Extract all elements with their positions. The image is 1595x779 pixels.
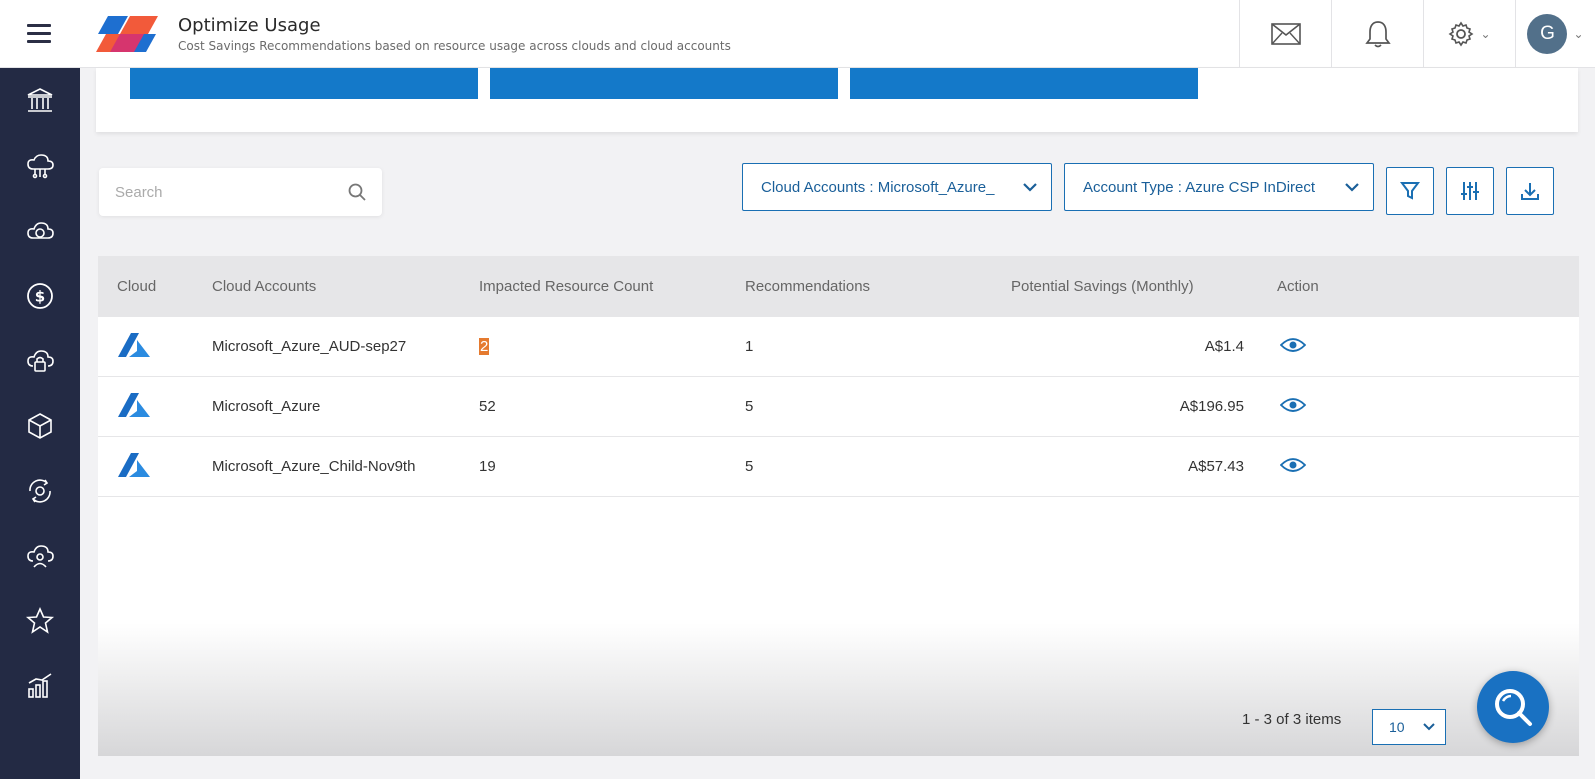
- search-icon[interactable]: [348, 183, 366, 201]
- magnifier-icon: [1495, 689, 1532, 726]
- azure-logo-icon: [118, 392, 150, 417]
- recommendations-cell: 5: [745, 398, 754, 415]
- header-cloud-accounts[interactable]: Cloud Accounts: [212, 278, 479, 295]
- menu-button[interactable]: [0, 0, 78, 68]
- view-eye-icon[interactable]: [1279, 457, 1307, 473]
- table-header: Cloud Cloud Accounts Impacted Resource C…: [98, 256, 1579, 317]
- main-content: Cloud Accounts : Microsoft_Azure_ Accoun…: [80, 68, 1595, 779]
- impacted-count-cell[interactable]: 52: [479, 398, 745, 415]
- account-type-dropdown[interactable]: Account Type : Azure CSP InDirect: [1064, 163, 1374, 211]
- mail-button[interactable]: [1239, 0, 1331, 68]
- chevron-down-icon: [1023, 182, 1037, 192]
- download-icon: [1521, 183, 1539, 200]
- table-row[interactable]: Microsoft_Azure 52 5 A$196.95: [98, 377, 1579, 437]
- account-type-dropdown-label: Account Type : Azure CSP InDirect: [1083, 178, 1316, 196]
- sidebar-item-dashboard[interactable]: [0, 68, 80, 133]
- page-title: Optimize Usage: [178, 14, 321, 36]
- cloud-account-cell: Microsoft_Azure_AUD-sep27: [212, 338, 407, 355]
- sidebar-item-reports[interactable]: [0, 653, 80, 718]
- mail-icon: [1270, 23, 1301, 45]
- cloud-network-icon: [27, 153, 54, 178]
- page-size-value: 10: [1389, 719, 1405, 735]
- app-logo: [96, 15, 158, 52]
- download-button[interactable]: [1506, 167, 1554, 215]
- recommendations-cell: 5: [745, 458, 754, 475]
- azure-logo-icon: [118, 452, 150, 477]
- recommendations-cell: 1: [745, 338, 754, 355]
- summary-tile[interactable]: [130, 68, 478, 99]
- sidebar-item-costs[interactable]: $: [0, 263, 80, 328]
- gear-icon: [1449, 21, 1474, 47]
- page-size-select[interactable]: 10: [1372, 709, 1446, 745]
- top-header: Optimize Usage Cost Savings Recommendati…: [0, 0, 1595, 68]
- sidebar-item-cloud-security[interactable]: [0, 328, 80, 393]
- search-box: [99, 168, 382, 216]
- sidebar-item-resources[interactable]: [0, 393, 80, 458]
- azure-logo-icon: [118, 332, 150, 357]
- savings-cell: A$1.4: [1204, 338, 1244, 355]
- savings-cell: A$196.95: [1179, 398, 1244, 415]
- header-potential-savings[interactable]: Potential Savings (Monthly): [1011, 278, 1277, 295]
- cloud-accounts-dropdown[interactable]: Cloud Accounts : Microsoft_Azure_: [742, 163, 1052, 211]
- view-eye-icon[interactable]: [1279, 337, 1307, 353]
- filter-button[interactable]: [1386, 167, 1434, 215]
- cloud-account-cell: Microsoft_Azure_Child-Nov9th: [212, 458, 416, 475]
- avatar: G: [1527, 14, 1568, 54]
- dollar-icon: $: [27, 282, 53, 309]
- user-menu[interactable]: G ⌄: [1515, 0, 1595, 68]
- notifications-button[interactable]: [1331, 0, 1423, 68]
- header-impacted-count[interactable]: Impacted Resource Count: [479, 278, 745, 295]
- chevron-down-icon: [1345, 182, 1359, 192]
- gear-cycle-icon: [29, 478, 51, 503]
- page-subtitle: Cost Savings Recommendations based on re…: [178, 38, 731, 53]
- impacted-count-cell[interactable]: 2: [479, 338, 490, 355]
- svg-text:$: $: [35, 287, 45, 305]
- summary-tile[interactable]: [850, 68, 1198, 99]
- impacted-count-cell[interactable]: 19: [479, 458, 745, 475]
- cloud-user-icon: [27, 544, 54, 568]
- summary-card: [96, 68, 1578, 132]
- chevron-down-icon: ⌄: [1573, 27, 1584, 41]
- settings-button[interactable]: ⌄: [1423, 0, 1515, 68]
- sidebar-item-favorites[interactable]: [0, 588, 80, 653]
- sidebar-item-automation[interactable]: [0, 458, 80, 523]
- sidebar: $: [0, 68, 80, 779]
- summary-tile[interactable]: [490, 68, 838, 99]
- cloud-accounts-dropdown-label: Cloud Accounts : Microsoft_Azure_: [761, 178, 995, 196]
- filter-icon: [1400, 182, 1420, 200]
- sidebar-item-cloud-network[interactable]: [0, 133, 80, 198]
- header-action: Action: [1277, 278, 1319, 295]
- bell-icon: [1364, 21, 1391, 48]
- header-recommendations[interactable]: Recommendations: [745, 278, 1011, 295]
- chevron-down-icon: ⌄: [1480, 27, 1491, 41]
- savings-cell: A$57.43: [1188, 458, 1244, 475]
- search-help-button[interactable]: [1477, 671, 1549, 743]
- column-settings-button[interactable]: [1446, 167, 1494, 215]
- chevron-down-icon: [1423, 723, 1435, 731]
- cube-icon: [28, 412, 52, 439]
- star-icon: [25, 606, 55, 634]
- header-cloud[interactable]: Cloud: [98, 278, 212, 295]
- table-row[interactable]: Microsoft_Azure_AUD-sep27 2 1 A$1.4: [98, 317, 1579, 377]
- cloud-sync-icon: [27, 221, 54, 239]
- bar-chart-icon: [28, 672, 52, 698]
- cloud-lock-icon: [27, 349, 54, 372]
- search-input[interactable]: [115, 183, 348, 201]
- sidebar-item-cloud-sync[interactable]: [0, 198, 80, 263]
- view-eye-icon[interactable]: [1279, 397, 1307, 413]
- sliders-icon: [1461, 182, 1479, 200]
- bank-icon: [27, 87, 53, 112]
- table-row[interactable]: Microsoft_Azure_Child-Nov9th 19 5 A$57.4…: [98, 437, 1579, 497]
- cloud-account-cell: Microsoft_Azure: [212, 398, 321, 415]
- hamburger-icon: [27, 24, 51, 43]
- table-footer-shade: [98, 623, 1579, 756]
- sidebar-item-cloud-users[interactable]: [0, 523, 80, 588]
- pagination-summary: 1 - 3 of 3 items: [1242, 711, 1342, 728]
